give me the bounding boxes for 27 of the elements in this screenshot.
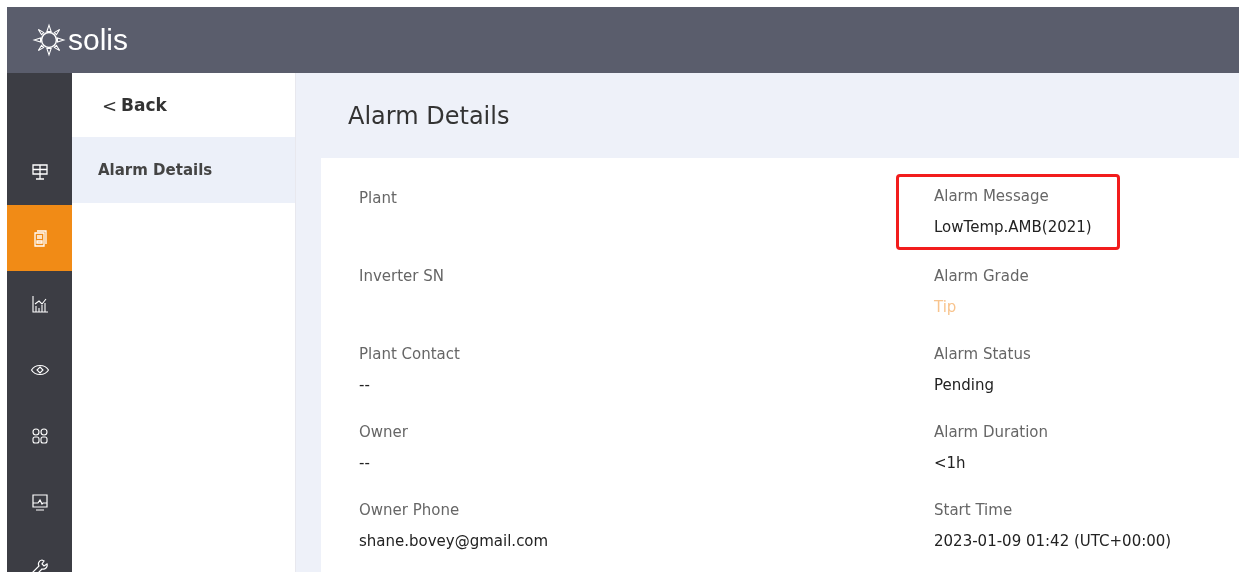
field-label: Alarm Status (934, 344, 1032, 364)
field-value: shane.bovey@gmail.com (359, 531, 550, 551)
logo-text: solis (68, 23, 128, 57)
field-value: <1h (934, 453, 967, 473)
sidebar-item[interactable]: Alarm Details (72, 137, 295, 203)
solar-panel-icon (29, 162, 50, 182)
sun-logo-icon (32, 23, 66, 57)
field-value: -- (359, 375, 371, 395)
field-value: 2023-01-09 01:42 (UTC+00:00) (934, 531, 1172, 551)
page-title: Alarm Details (348, 101, 510, 130)
back-link[interactable]: < Back (72, 73, 295, 137)
field-value: LowTemp.AMB(2021) (934, 217, 1092, 237)
field-label: Start Time (934, 500, 1014, 520)
field-label: Plant Contact (359, 344, 461, 364)
monitor-icon (29, 492, 50, 512)
field-label: Alarm Message (934, 186, 1050, 206)
field-label: Alarm Grade (934, 266, 1030, 286)
field-value: Tip (934, 297, 958, 317)
field-label: Inverter SN (359, 266, 445, 286)
field-label: Alarm Duration (934, 422, 1049, 442)
field-value: -- (359, 453, 371, 473)
field-label: Plant (359, 188, 398, 208)
chart-icon (29, 294, 50, 314)
field-label: Owner (359, 422, 409, 442)
field-label: Owner Phone (359, 500, 461, 520)
field-value: Pending (934, 375, 995, 395)
grid-icon (29, 426, 50, 446)
